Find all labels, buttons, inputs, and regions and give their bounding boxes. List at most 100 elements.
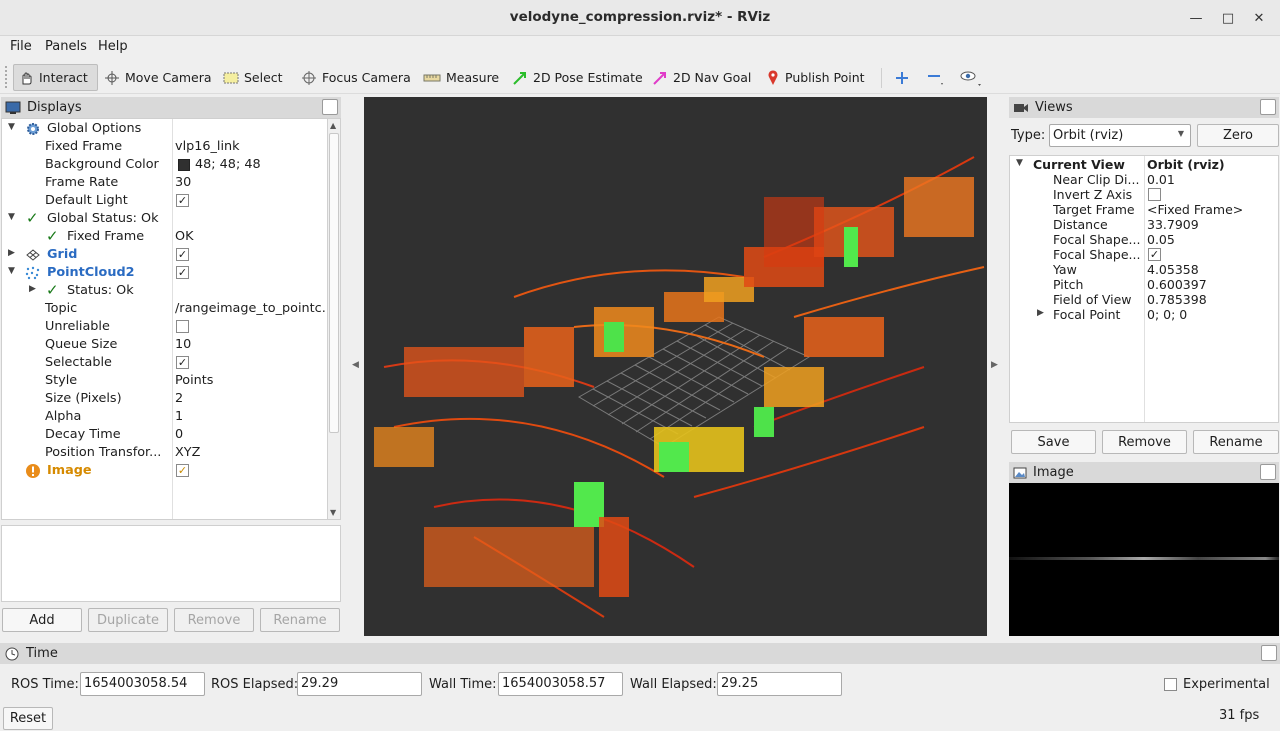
view-row[interactable]: Target Frame <Fixed Frame>: [1010, 202, 1278, 217]
tree-value[interactable]: 10: [175, 337, 327, 352]
invert-z-checkbox[interactable]: [1148, 188, 1161, 201]
view-row[interactable]: ▶ Focal Point 0; 0; 0: [1010, 307, 1278, 322]
tree-value[interactable]: XYZ: [175, 445, 327, 460]
tree-row-global-status[interactable]: ▼ ✓ Global Status: Ok: [2, 209, 328, 228]
tree-value[interactable]: 48; 48; 48: [195, 157, 340, 172]
scroll-down-icon[interactable]: ▼: [330, 508, 336, 517]
image-undock-checkbox[interactable]: [1260, 464, 1276, 480]
menu-help[interactable]: Help: [98, 39, 128, 54]
view-row[interactable]: Yaw 4.05358: [1010, 262, 1278, 277]
tree-row-unreliable[interactable]: Unreliable: [2, 318, 328, 336]
tree-row-status-fixed-frame[interactable]: ✓ Fixed Frame OK: [2, 227, 328, 246]
tree-row-fixed-frame[interactable]: Fixed Frame vlp16_link: [2, 138, 328, 156]
pose-estimate-button[interactable]: 2D Pose Estimate: [508, 64, 647, 91]
expand-arrow-icon[interactable]: ▼: [8, 266, 15, 276]
reset-button[interactable]: Reset: [3, 707, 53, 730]
collapse-arrow-icon[interactable]: ▶: [29, 284, 36, 294]
collapse-right-icon[interactable]: ▶: [991, 360, 998, 370]
default-light-checkbox[interactable]: ✓: [176, 194, 189, 207]
ros-time-field[interactable]: 1654003058.54: [80, 672, 205, 696]
tree-row-size[interactable]: Size (Pixels) 2: [2, 390, 328, 408]
add-tool-button[interactable]: [891, 64, 913, 91]
interact-button[interactable]: Interact: [13, 64, 98, 91]
unreliable-checkbox[interactable]: [176, 320, 189, 333]
tree-row-global-options[interactable]: ▼ Global Options: [2, 120, 328, 138]
menu-file[interactable]: File: [10, 39, 32, 54]
displays-scrollbar[interactable]: ▲ ▼: [327, 119, 340, 519]
move-camera-button[interactable]: Move Camera: [100, 64, 216, 91]
wall-time-field[interactable]: 1654003058.57: [498, 672, 623, 696]
collapse-arrow-icon[interactable]: ▶: [8, 248, 15, 258]
wall-elapsed-field[interactable]: 29.25: [717, 672, 842, 696]
tree-row-topic[interactable]: Topic /rangeimage_to_pointc...: [2, 300, 328, 318]
tree-row-background-color[interactable]: Background Color 48; 48; 48: [2, 156, 328, 174]
image-enabled-checkbox[interactable]: ✓: [176, 464, 189, 477]
expand-arrow-icon[interactable]: ▼: [8, 212, 15, 222]
collapse-arrow-icon[interactable]: ▶: [1037, 308, 1044, 318]
displays-undock-checkbox[interactable]: [322, 99, 338, 115]
view-row[interactable]: Invert Z Axis: [1010, 187, 1278, 202]
point-cloud-scene[interactable]: [364, 97, 987, 636]
minimize-icon[interactable]: —: [1187, 9, 1205, 27]
select-button[interactable]: Select: [219, 64, 287, 91]
view-value[interactable]: 0.01: [1147, 172, 1175, 187]
tree-row-image[interactable]: Image ✓: [2, 462, 328, 480]
rename-view-button[interactable]: Rename: [1193, 430, 1279, 454]
tree-row-pointcloud2[interactable]: ▼ PointCloud2 ✓: [2, 264, 328, 282]
tree-row-default-light[interactable]: Default Light ✓: [2, 192, 328, 210]
tree-value[interactable]: 0: [175, 427, 327, 442]
tree-row-pc-status[interactable]: ▶ ✓ Status: Ok: [2, 281, 328, 300]
view-value[interactable]: <Fixed Frame>: [1147, 202, 1243, 217]
scroll-up-icon[interactable]: ▲: [330, 121, 336, 130]
view-value[interactable]: 4.05358: [1147, 262, 1199, 277]
close-icon[interactable]: ✕: [1250, 9, 1268, 27]
selectable-checkbox[interactable]: ✓: [176, 356, 189, 369]
pointcloud2-enabled-checkbox[interactable]: ✓: [176, 266, 189, 279]
view-value[interactable]: 0.785398: [1147, 292, 1207, 307]
publish-point-button[interactable]: Publish Point: [762, 64, 869, 91]
remove-display-button[interactable]: Remove: [174, 608, 254, 632]
measure-button[interactable]: Measure: [419, 64, 503, 91]
color-swatch[interactable]: [178, 159, 190, 171]
view-row[interactable]: Distance 33.7909: [1010, 217, 1278, 232]
tree-row-selectable[interactable]: Selectable ✓: [2, 354, 328, 372]
ros-elapsed-field[interactable]: 29.29: [297, 672, 422, 696]
tree-row-position-transformer[interactable]: Position Transfor... XYZ: [2, 444, 328, 462]
views-undock-checkbox[interactable]: [1260, 99, 1276, 115]
view-value[interactable]: 0; 0; 0: [1147, 307, 1187, 322]
scroll-thumb[interactable]: [329, 133, 339, 433]
add-display-button[interactable]: Add: [2, 608, 82, 632]
tree-row-style[interactable]: Style Points: [2, 372, 328, 390]
tree-row-queue-size[interactable]: Queue Size 10: [2, 336, 328, 354]
tree-row-alpha[interactable]: Alpha 1: [2, 408, 328, 426]
render-viewport[interactable]: [364, 97, 987, 636]
view-row[interactable]: Focal Shape... 0.05: [1010, 232, 1278, 247]
tree-value[interactable]: Points: [175, 373, 327, 388]
tree-row-frame-rate[interactable]: Frame Rate 30: [2, 174, 328, 192]
menu-panels[interactable]: Panels: [45, 39, 87, 54]
experimental-checkbox[interactable]: [1164, 678, 1177, 691]
view-row[interactable]: Field of View 0.785398: [1010, 292, 1278, 307]
view-row-current[interactable]: ▼ Current View Orbit (rviz): [1010, 157, 1278, 172]
tree-value[interactable]: 30: [175, 175, 327, 190]
view-row[interactable]: Pitch 0.600397: [1010, 277, 1278, 292]
remove-view-button[interactable]: Remove: [1102, 430, 1187, 454]
time-undock-checkbox[interactable]: [1261, 645, 1277, 661]
zero-button[interactable]: Zero: [1197, 124, 1279, 147]
tree-row-grid[interactable]: ▶ Grid ✓: [2, 246, 328, 264]
grid-enabled-checkbox[interactable]: ✓: [176, 248, 189, 261]
expand-arrow-icon[interactable]: ▼: [1016, 158, 1023, 168]
rename-display-button[interactable]: Rename: [260, 608, 340, 632]
focus-camera-button[interactable]: Focus Camera: [297, 64, 415, 91]
tree-value[interactable]: /rangeimage_to_pointc...: [175, 301, 327, 316]
view-row[interactable]: Focal Shape... ✓: [1010, 247, 1278, 262]
view-value[interactable]: 0.05: [1147, 232, 1175, 247]
collapse-left-icon[interactable]: ◀: [352, 360, 359, 370]
save-view-button[interactable]: Save: [1011, 430, 1096, 454]
view-value[interactable]: 0.600397: [1147, 277, 1207, 292]
tree-value[interactable]: 1: [175, 409, 327, 424]
duplicate-display-button[interactable]: Duplicate: [88, 608, 168, 632]
tree-row-decay-time[interactable]: Decay Time 0: [2, 426, 328, 444]
tree-value[interactable]: vlp16_link: [175, 139, 327, 154]
view-row[interactable]: Near Clip Di... 0.01: [1010, 172, 1278, 187]
